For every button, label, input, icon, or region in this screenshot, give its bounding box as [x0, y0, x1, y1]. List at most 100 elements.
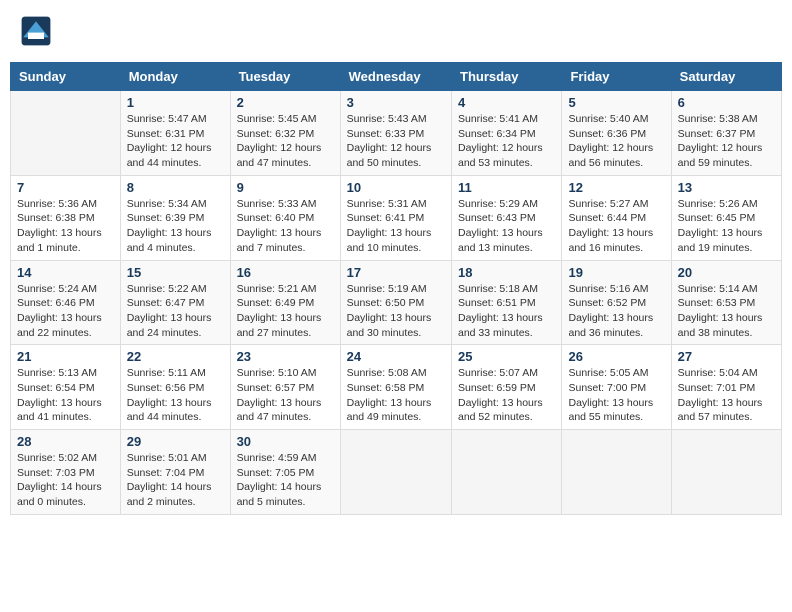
- day-info: Sunrise: 5:36 AM Sunset: 6:38 PM Dayligh…: [17, 197, 114, 256]
- calendar-cell: [671, 430, 781, 515]
- day-info: Sunrise: 5:38 AM Sunset: 6:37 PM Dayligh…: [678, 112, 775, 171]
- day-number: 15: [127, 265, 224, 280]
- day-number: 26: [568, 349, 664, 364]
- calendar-cell: 29 Sunrise: 5:01 AM Sunset: 7:04 PM Dayli…: [120, 430, 230, 515]
- calendar-week-row: 21 Sunrise: 5:13 AM Sunset: 6:54 PM Dayli…: [11, 345, 782, 430]
- day-number: 16: [237, 265, 334, 280]
- calendar-header-row: SundayMondayTuesdayWednesdayThursdayFrid…: [11, 63, 782, 91]
- day-info: Sunrise: 5:47 AM Sunset: 6:31 PM Dayligh…: [127, 112, 224, 171]
- calendar-cell: 28 Sunrise: 5:02 AM Sunset: 7:03 PM Dayli…: [11, 430, 121, 515]
- day-number: 24: [347, 349, 445, 364]
- day-info: Sunrise: 5:22 AM Sunset: 6:47 PM Dayligh…: [127, 282, 224, 341]
- weekday-header: Tuesday: [230, 63, 340, 91]
- calendar-cell: 23 Sunrise: 5:10 AM Sunset: 6:57 PM Dayli…: [230, 345, 340, 430]
- calendar-cell: 14 Sunrise: 5:24 AM Sunset: 6:46 PM Dayli…: [11, 260, 121, 345]
- calendar-cell: 11 Sunrise: 5:29 AM Sunset: 6:43 PM Dayli…: [452, 175, 562, 260]
- calendar-cell: 12 Sunrise: 5:27 AM Sunset: 6:44 PM Dayli…: [562, 175, 671, 260]
- calendar-cell: 24 Sunrise: 5:08 AM Sunset: 6:58 PM Dayli…: [340, 345, 451, 430]
- day-info: Sunrise: 5:40 AM Sunset: 6:36 PM Dayligh…: [568, 112, 664, 171]
- day-number: 23: [237, 349, 334, 364]
- calendar-cell: [11, 91, 121, 176]
- calendar-cell: 13 Sunrise: 5:26 AM Sunset: 6:45 PM Dayli…: [671, 175, 781, 260]
- calendar-cell: 3Sunrise: 5:43 AM Sunset: 6:33 PM Daylig…: [340, 91, 451, 176]
- calendar-week-row: 7 Sunrise: 5:36 AM Sunset: 6:38 PM Daylig…: [11, 175, 782, 260]
- calendar-cell: 5 Sunrise: 5:40 AM Sunset: 6:36 PM Daylig…: [562, 91, 671, 176]
- calendar-cell: 15 Sunrise: 5:22 AM Sunset: 6:47 PM Dayli…: [120, 260, 230, 345]
- day-info: Sunrise: 5:16 AM Sunset: 6:52 PM Dayligh…: [568, 282, 664, 341]
- calendar-cell: 2 Sunrise: 5:45 AM Sunset: 6:32 PM Daylig…: [230, 91, 340, 176]
- day-info: Sunrise: 5:21 AM Sunset: 6:49 PM Dayligh…: [237, 282, 334, 341]
- calendar-cell: 7 Sunrise: 5:36 AM Sunset: 6:38 PM Daylig…: [11, 175, 121, 260]
- calendar-cell: [562, 430, 671, 515]
- day-number: 5: [568, 95, 664, 110]
- day-info: Sunrise: 5:31 AM Sunset: 6:41 PM Dayligh…: [347, 197, 445, 256]
- day-number: 13: [678, 180, 775, 195]
- calendar-cell: 19 Sunrise: 5:16 AM Sunset: 6:52 PM Dayli…: [562, 260, 671, 345]
- day-info: Sunrise: 5:41 AM Sunset: 6:34 PM Dayligh…: [458, 112, 555, 171]
- day-number: 14: [17, 265, 114, 280]
- day-info: Sunrise: 5:29 AM Sunset: 6:43 PM Dayligh…: [458, 197, 555, 256]
- day-number: 21: [17, 349, 114, 364]
- page-header: [10, 10, 782, 52]
- calendar-cell: 10 Sunrise: 5:31 AM Sunset: 6:41 PM Dayli…: [340, 175, 451, 260]
- calendar-cell: 20 Sunrise: 5:14 AM Sunset: 6:53 PM Dayli…: [671, 260, 781, 345]
- calendar-cell: 17 Sunrise: 5:19 AM Sunset: 6:50 PM Dayli…: [340, 260, 451, 345]
- calendar-cell: 30 Sunrise: 4:59 AM Sunset: 7:05 PM Dayli…: [230, 430, 340, 515]
- logo-icon: [20, 15, 52, 47]
- day-info: Sunrise: 5:26 AM Sunset: 6:45 PM Dayligh…: [678, 197, 775, 256]
- calendar-cell: 22 Sunrise: 5:11 AM Sunset: 6:56 PM Dayli…: [120, 345, 230, 430]
- weekday-header: Friday: [562, 63, 671, 91]
- logo: [20, 15, 57, 47]
- day-number: 27: [678, 349, 775, 364]
- day-info: Sunrise: 5:05 AM Sunset: 7:00 PM Dayligh…: [568, 366, 664, 425]
- day-info: Sunrise: 5:13 AM Sunset: 6:54 PM Dayligh…: [17, 366, 114, 425]
- day-number: 19: [568, 265, 664, 280]
- day-number: 29: [127, 434, 224, 449]
- day-number: 10: [347, 180, 445, 195]
- day-number: 28: [17, 434, 114, 449]
- day-number: 2: [237, 95, 334, 110]
- calendar-cell: 6 Sunrise: 5:38 AM Sunset: 6:37 PM Daylig…: [671, 91, 781, 176]
- calendar-cell: 4Sunrise: 5:41 AM Sunset: 6:34 PM Daylig…: [452, 91, 562, 176]
- day-info: Sunrise: 5:27 AM Sunset: 6:44 PM Dayligh…: [568, 197, 664, 256]
- day-number: 8: [127, 180, 224, 195]
- day-number: 7: [17, 180, 114, 195]
- weekday-header: Thursday: [452, 63, 562, 91]
- calendar-cell: 9 Sunrise: 5:33 AM Sunset: 6:40 PM Daylig…: [230, 175, 340, 260]
- day-info: Sunrise: 5:33 AM Sunset: 6:40 PM Dayligh…: [237, 197, 334, 256]
- weekday-header: Saturday: [671, 63, 781, 91]
- weekday-header: Monday: [120, 63, 230, 91]
- day-number: 9: [237, 180, 334, 195]
- day-info: Sunrise: 5:08 AM Sunset: 6:58 PM Dayligh…: [347, 366, 445, 425]
- day-number: 3: [347, 95, 445, 110]
- day-info: Sunrise: 4:59 AM Sunset: 7:05 PM Dayligh…: [237, 451, 334, 510]
- day-info: Sunrise: 5:11 AM Sunset: 6:56 PM Dayligh…: [127, 366, 224, 425]
- day-number: 11: [458, 180, 555, 195]
- day-number: 25: [458, 349, 555, 364]
- calendar-cell: 27 Sunrise: 5:04 AM Sunset: 7:01 PM Dayli…: [671, 345, 781, 430]
- day-info: Sunrise: 5:24 AM Sunset: 6:46 PM Dayligh…: [17, 282, 114, 341]
- calendar-cell: 25Sunrise: 5:07 AM Sunset: 6:59 PM Dayli…: [452, 345, 562, 430]
- day-info: Sunrise: 5:19 AM Sunset: 6:50 PM Dayligh…: [347, 282, 445, 341]
- day-info: Sunrise: 5:01 AM Sunset: 7:04 PM Dayligh…: [127, 451, 224, 510]
- day-number: 17: [347, 265, 445, 280]
- calendar-cell: 8Sunrise: 5:34 AM Sunset: 6:39 PM Daylig…: [120, 175, 230, 260]
- calendar-cell: [452, 430, 562, 515]
- calendar-cell: 26 Sunrise: 5:05 AM Sunset: 7:00 PM Dayli…: [562, 345, 671, 430]
- calendar-week-row: 14 Sunrise: 5:24 AM Sunset: 6:46 PM Dayli…: [11, 260, 782, 345]
- day-number: 12: [568, 180, 664, 195]
- calendar-cell: 16 Sunrise: 5:21 AM Sunset: 6:49 PM Dayli…: [230, 260, 340, 345]
- day-number: 30: [237, 434, 334, 449]
- day-info: Sunrise: 5:04 AM Sunset: 7:01 PM Dayligh…: [678, 366, 775, 425]
- day-info: Sunrise: 5:02 AM Sunset: 7:03 PM Dayligh…: [17, 451, 114, 510]
- day-info: Sunrise: 5:10 AM Sunset: 6:57 PM Dayligh…: [237, 366, 334, 425]
- day-number: 22: [127, 349, 224, 364]
- weekday-header: Wednesday: [340, 63, 451, 91]
- day-info: Sunrise: 5:14 AM Sunset: 6:53 PM Dayligh…: [678, 282, 775, 341]
- weekday-header: Sunday: [11, 63, 121, 91]
- calendar-table: SundayMondayTuesdayWednesdayThursdayFrid…: [10, 62, 782, 515]
- day-number: 20: [678, 265, 775, 280]
- calendar-cell: [340, 430, 451, 515]
- day-number: 6: [678, 95, 775, 110]
- day-info: Sunrise: 5:45 AM Sunset: 6:32 PM Dayligh…: [237, 112, 334, 171]
